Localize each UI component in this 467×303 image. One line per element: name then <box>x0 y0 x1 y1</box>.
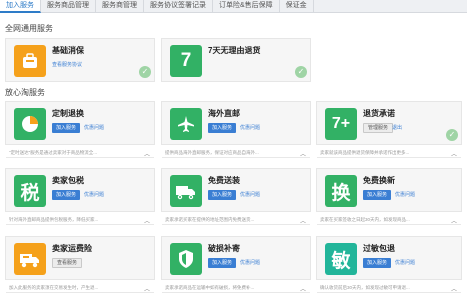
card-basic-protection: 基础消保 查看服务协议 ✓ <box>5 38 155 82</box>
card-description: 针对海外直邮商品提供包税服务，降低买家... <box>6 214 154 225</box>
tab-deposit[interactable]: 保证金 <box>280 0 314 13</box>
faq-link[interactable]: 优惠问题 <box>84 124 104 131</box>
seven-plus-icon: 7+ <box>325 108 357 140</box>
card-name: 海外直邮 <box>208 109 240 118</box>
tab-service-goods[interactable]: 服务商品管理 <box>41 0 96 13</box>
card-name: 卖家包税 <box>52 176 84 185</box>
check-icon: ✓ <box>295 66 307 78</box>
card-description: 卖家承诺买家在提供的地址范围内免费送货... <box>162 214 310 225</box>
tab-join-service[interactable]: 加入服务 <box>0 0 41 13</box>
tab-bar: 加入服务 服务商品管理 服务商管理 服务协议签署记录 订单险&售后保障 保证金 <box>0 0 467 13</box>
join-service-button[interactable]: 加入服务 <box>52 190 81 200</box>
card-free-exchange: 换 免费换新 加入服务 优惠问题 卖家在买家签收之日起30天内，如发现商品...… <box>316 168 462 225</box>
check-icon: ✓ <box>139 66 151 78</box>
chevron-up-icon[interactable]: ︿ <box>144 284 150 293</box>
check-icon: ✓ <box>446 129 458 141</box>
chevron-up-icon[interactable]: ︿ <box>451 284 457 293</box>
tax-icon: 税 <box>14 175 46 207</box>
join-service-button[interactable]: 加入服务 <box>208 258 237 268</box>
faq-link[interactable]: 优惠问题 <box>240 124 260 131</box>
card-allergy-return: 敏 过敏包退 加入服务 优惠问题 确认收货前后30天内，如发现过敏可申请退...… <box>316 236 462 293</box>
chevron-up-icon[interactable]: ︿ <box>300 216 306 225</box>
card-name: 破损补寄 <box>208 244 240 253</box>
card-free-install: 免费送装 加入服务 优惠问题 卖家承诺买家在提供的地址范围内免费送货... ︿ <box>161 168 311 225</box>
chevron-up-icon[interactable]: ︿ <box>144 149 150 158</box>
seven-day-icon: 7 <box>170 45 202 77</box>
truck-icon <box>170 175 202 207</box>
card-name: 过敏包退 <box>363 244 395 253</box>
card-name: 免费换新 <box>363 176 395 185</box>
card-description: 卖家在买家签收之日起30天内，如发现商品... <box>317 214 461 225</box>
section-title-general: 全网通用服务 <box>5 24 53 33</box>
tab-service-provider[interactable]: 服务商管理 <box>96 0 144 13</box>
card-overseas-direct: 海外直邮 加入服务 优惠问题 提供商品海外直邮服务，保证对应商品自海外... ︿ <box>161 101 311 158</box>
card-custom-delivery: 定制退换 加入服务 优惠问题 "定时送达"服务是通过卖家对于商品物流全... ︿ <box>5 101 155 158</box>
shield-icon <box>170 243 202 275</box>
join-service-button[interactable]: 加入服务 <box>208 190 237 200</box>
exchange-icon: 换 <box>325 175 357 207</box>
airplane-icon <box>170 108 202 140</box>
card-name: 退货承诺 <box>363 109 395 118</box>
pie-chart-icon <box>14 108 46 140</box>
join-service-button[interactable]: 加入服务 <box>52 123 81 133</box>
card-description: 卖家承诺商品在运输中如有破损，将免费补... <box>162 282 310 293</box>
card-description: 卖家就该商品提供退货保障并承诺作出更多... <box>317 147 461 158</box>
card-seller-tax: 税 卖家包税 加入服务 优惠问题 针对海外直邮商品提供包税服务，降低买家... … <box>5 168 155 225</box>
allergy-icon: 敏 <box>325 243 357 275</box>
card-description: 确认收货前后30天内，如发现过敏可申请退... <box>317 282 461 293</box>
card-name: 7天无理由退货 <box>208 46 261 55</box>
chevron-up-icon[interactable]: ︿ <box>300 284 306 293</box>
card-name: 基础消保 <box>52 46 84 55</box>
exit-link[interactable]: 退出 <box>392 124 402 131</box>
tab-order-insurance[interactable]: 订单险&售后保障 <box>213 0 280 13</box>
view-agreement-link[interactable]: 查看服务协议 <box>52 61 82 68</box>
faq-link[interactable]: 优惠问题 <box>240 259 260 266</box>
card-name: 定制退换 <box>52 109 84 118</box>
faq-link[interactable]: 优惠问题 <box>240 191 260 198</box>
card-name: 卖家运费险 <box>52 244 92 253</box>
card-return-promise: 7+ 退货承诺 管理服务 退出 ✓ 卖家就该商品提供退货保障并承诺作出更多...… <box>316 101 462 158</box>
chevron-up-icon[interactable]: ︿ <box>451 149 457 158</box>
chevron-up-icon[interactable]: ︿ <box>451 216 457 225</box>
join-service-button[interactable]: 加入服务 <box>363 258 392 268</box>
manage-service-button[interactable]: 管理服务 <box>363 123 394 133</box>
card-damage-resend: 破损补寄 加入服务 优惠问题 卖家承诺商品在运输中如有破损，将免费补... ︿ <box>161 236 311 293</box>
join-service-button[interactable]: 加入服务 <box>208 123 237 133</box>
join-service-button[interactable]: 加入服务 <box>363 190 392 200</box>
faq-link[interactable]: 优惠问题 <box>395 191 415 198</box>
view-service-button[interactable]: 查看服务 <box>52 258 83 268</box>
section-title-assured: 放心淘服务 <box>5 88 45 97</box>
tab-agreement-records[interactable]: 服务协议签署记录 <box>144 0 213 13</box>
card-description: 提供商品海外直邮服务，保证对应商品自海外... <box>162 147 310 158</box>
chevron-up-icon[interactable]: ︿ <box>144 216 150 225</box>
card-shipping-insurance: 卖家运费险 查看服务 加入此服务的卖家须在交易发生时，产生退... ︿ <box>5 236 155 293</box>
bag-icon <box>14 45 46 77</box>
card-description: 加入此服务的卖家须在交易发生时，产生退... <box>6 282 154 293</box>
chevron-up-icon[interactable]: ︿ <box>300 149 306 158</box>
card-description: "定时送达"服务是通过卖家对于商品物流全... <box>6 147 154 158</box>
card-7day-return: 7 7天无理由退货 ✓ <box>161 38 311 82</box>
card-name: 免费送装 <box>208 176 240 185</box>
faq-link[interactable]: 优惠问题 <box>84 191 104 198</box>
shipping-insurance-icon <box>14 243 46 275</box>
faq-link[interactable]: 优惠问题 <box>395 259 415 266</box>
